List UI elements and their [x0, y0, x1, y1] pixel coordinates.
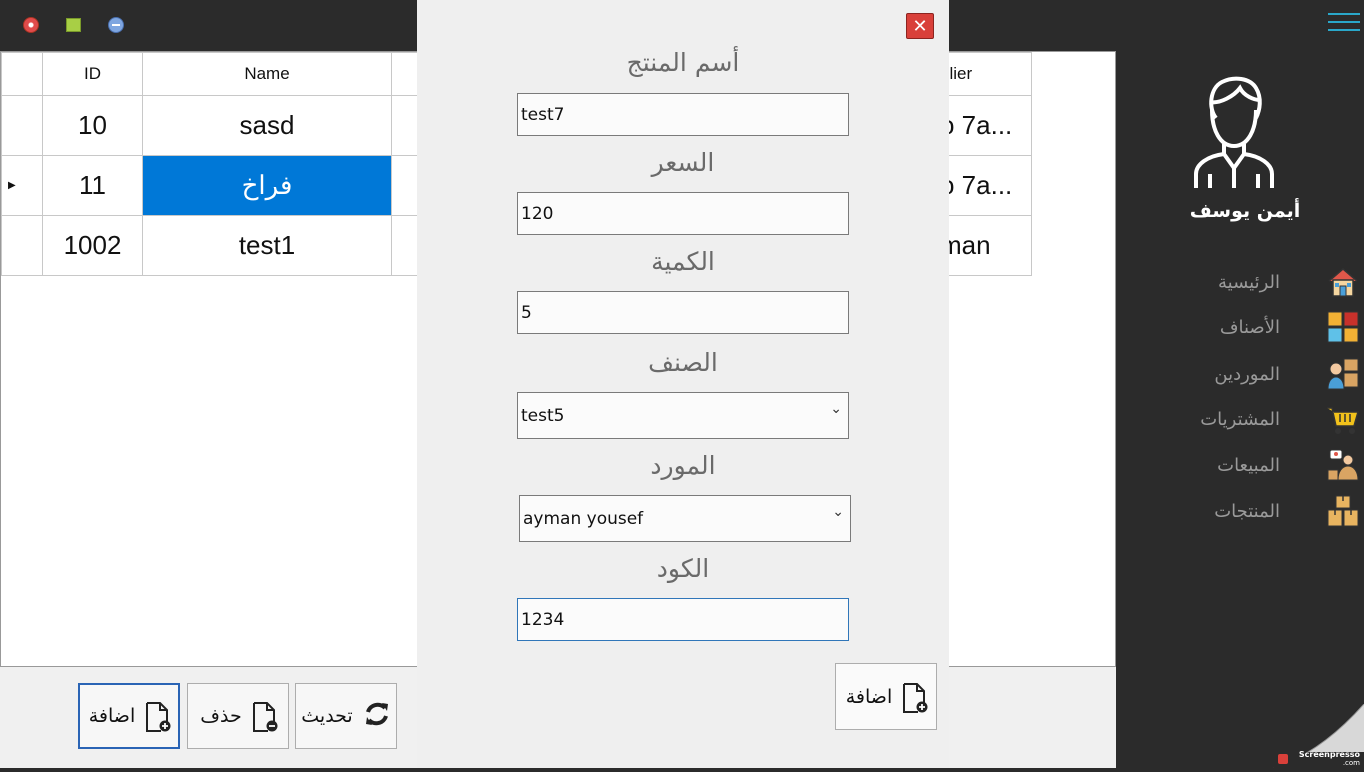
row-header-corner — [1, 52, 43, 96]
row-header[interactable] — [1, 215, 43, 276]
categories-icon — [1326, 310, 1360, 344]
dialog-add-label: اضافة — [845, 685, 893, 708]
suppliers-icon — [1326, 357, 1360, 391]
cell-name-selected[interactable]: فراخ — [142, 155, 392, 216]
quantity-input[interactable]: 5 — [517, 291, 849, 334]
column-header-name[interactable]: Name — [142, 52, 392, 96]
sidebar-item-label: المنتجات — [1214, 500, 1280, 522]
sidebar-item-label: الرئيسية — [1218, 271, 1280, 293]
dialog-close-button[interactable]: ✕ — [906, 13, 934, 39]
supplier-select[interactable]: ayman yousef — [519, 495, 851, 542]
refresh-button[interactable]: تحديث — [295, 683, 397, 749]
code-label: الكود — [656, 554, 710, 583]
cell-name[interactable]: test1 — [142, 215, 392, 276]
sidebar: أيمن يوسف الرئيسية الأصناف الموردين المش… — [1116, 50, 1364, 768]
screenpresso-watermark: Screenpresso .com — [1254, 703, 1364, 769]
dialog-add-button[interactable]: اضافة — [835, 663, 937, 730]
sales-icon — [1326, 448, 1360, 482]
row-header-current[interactable]: ▶ — [1, 155, 43, 216]
sidebar-item-label: المشتريات — [1200, 408, 1280, 430]
sidebar-item-products[interactable]: المنتجات — [1116, 493, 1364, 529]
add-document-icon — [902, 682, 928, 713]
add-button[interactable]: اضافة — [78, 683, 180, 749]
cell-id[interactable]: 10 — [42, 95, 143, 156]
cell-id[interactable]: 1002 — [42, 215, 143, 276]
sidebar-item-label: الأصناف — [1219, 316, 1280, 338]
delete-button-label: حذف — [200, 705, 242, 727]
sidebar-item-label: الموردين — [1214, 363, 1280, 385]
sidebar-item-label: المبيعات — [1217, 454, 1280, 476]
maximize-window-icon[interactable] — [66, 18, 81, 32]
products-icon — [1326, 494, 1360, 528]
delete-button[interactable]: حذف — [187, 683, 289, 749]
remove-document-icon — [252, 701, 278, 732]
add-button-label: اضافة — [88, 705, 136, 727]
minimize-window-icon[interactable] — [108, 17, 124, 33]
cell-id[interactable]: 11 — [42, 155, 143, 216]
user-avatar-icon — [1188, 70, 1278, 192]
sidebar-item-purchases[interactable]: المشتريات — [1116, 401, 1364, 437]
supplier-label: المورد — [650, 451, 716, 480]
close-window-icon[interactable] — [23, 17, 39, 33]
row-header[interactable] — [1, 95, 43, 156]
price-input[interactable]: 120 — [517, 192, 849, 235]
sidebar-item-categories[interactable]: الأصناف — [1116, 309, 1364, 345]
category-label: الصنف — [648, 348, 718, 377]
code-input[interactable]: 1234 — [517, 598, 849, 641]
watermark-subtext: .com — [1342, 759, 1360, 767]
add-document-icon — [145, 701, 171, 732]
sidebar-item-sales[interactable]: المبيعات — [1116, 447, 1364, 483]
cart-icon — [1326, 402, 1360, 436]
username: أيمن يوسف — [1189, 200, 1301, 222]
home-icon — [1326, 265, 1360, 299]
sidebar-item-home[interactable]: الرئيسية — [1116, 264, 1364, 300]
refresh-icon — [363, 700, 391, 733]
watermark-text: Screenpresso — [1298, 750, 1360, 759]
quantity-label: الكمية — [651, 247, 715, 276]
refresh-button-label: تحديث — [301, 705, 353, 727]
cell-name[interactable]: sasd — [142, 95, 392, 156]
add-product-dialog: ✕ أسم المنتج test7 السعر 120 الكمية 5 ال… — [417, 0, 949, 768]
price-label: السعر — [651, 148, 715, 177]
category-select[interactable]: test5 — [517, 392, 849, 439]
sidebar-item-suppliers[interactable]: الموردين — [1116, 356, 1364, 392]
product-name-label: أسم المنتج — [626, 48, 740, 77]
product-name-input[interactable]: test7 — [517, 93, 849, 136]
column-header-id[interactable]: ID — [42, 52, 143, 96]
hamburger-menu-icon[interactable] — [1328, 13, 1360, 35]
